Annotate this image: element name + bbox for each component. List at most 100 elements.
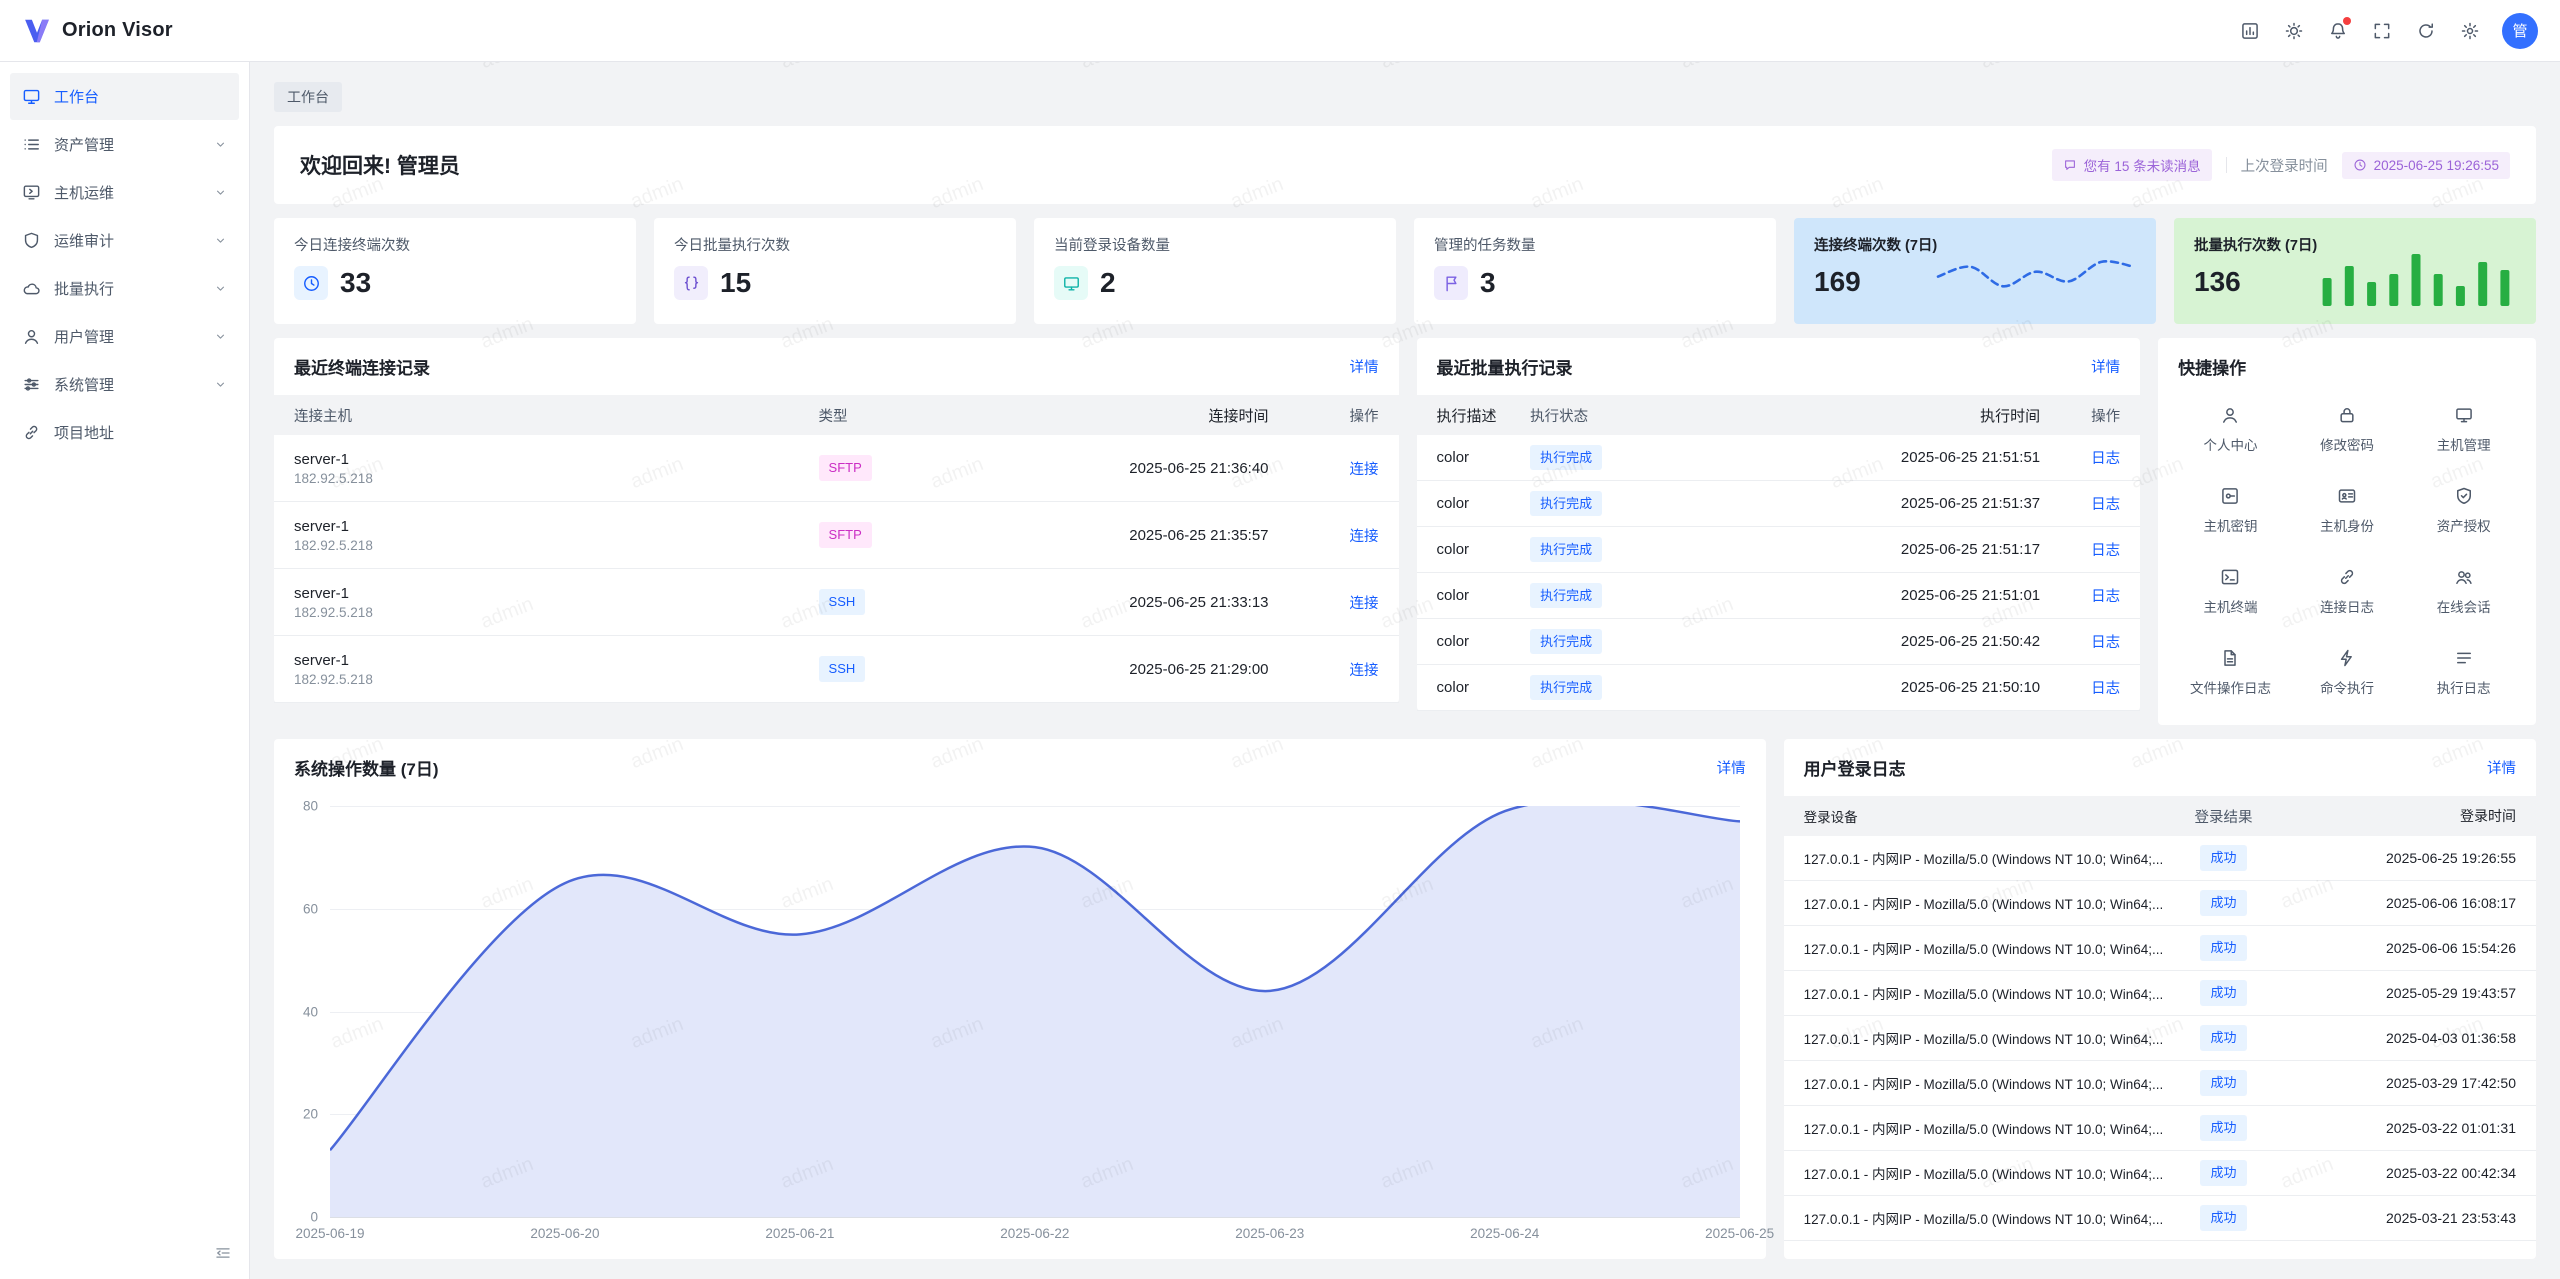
protocol-badge: SSH: [819, 656, 866, 682]
sidebar-item-label: 资产管理: [54, 134, 201, 155]
sidebar-item-host-ops[interactable]: 主机运维: [10, 169, 239, 216]
sidebar-item-system-management[interactable]: 系统管理: [10, 361, 239, 408]
clock-icon-small: [2353, 158, 2367, 172]
log-link[interactable]: 日志: [2091, 681, 2120, 697]
connect-time: 2025-06-25 21:29:00: [969, 661, 1269, 678]
quick-action-online-session[interactable]: 在线会话: [2405, 567, 2522, 616]
login-result-badge: 成功: [2200, 1205, 2246, 1231]
sidebar-item-user-management[interactable]: 用户管理: [10, 313, 239, 360]
topbar-refresh-button[interactable]: [2408, 13, 2444, 49]
message-icon: [2063, 158, 2077, 172]
clock-icon: [2353, 158, 2367, 172]
terminal-records-title: 最近终端连接记录: [294, 354, 430, 379]
topbar-fullscreen-button[interactable]: [2364, 13, 2400, 49]
log-link[interactable]: 日志: [2091, 589, 2120, 605]
y-tick-label: 60: [303, 901, 318, 916]
sidebar-collapse-button[interactable]: [209, 1239, 237, 1267]
login-log-detail-link[interactable]: 详情: [2487, 757, 2516, 778]
terminal-records-detail-link[interactable]: 详情: [1350, 356, 1379, 377]
welcome-card: 欢迎回来! 管理员 您有 15 条未读消息 上次登录时间 2025-06-25 …: [274, 126, 2536, 204]
flag-icon: [1442, 274, 1461, 293]
quick-action-label: 主机身份: [2320, 515, 2374, 535]
quick-action-host-management[interactable]: 主机管理: [2405, 405, 2522, 454]
log-link[interactable]: 日志: [2091, 635, 2120, 651]
last-login-time-badge: 2025-06-25 19:26:55: [2342, 152, 2510, 179]
user-avatar[interactable]: 管: [2502, 13, 2538, 49]
topbar-overview-panel-button[interactable]: [2232, 13, 2268, 49]
sidebar-item-asset-management[interactable]: 资产管理: [10, 121, 239, 168]
exec-status-badge: 执行完成: [1530, 537, 1602, 563]
quick-action-file-operation-log[interactable]: 文件操作日志: [2172, 648, 2289, 697]
stat-value: 3: [1480, 267, 1496, 299]
x-tick-label: 2025-06-23: [1235, 1226, 1304, 1241]
batch-table-row: color执行完成2025-06-25 21:51:37日志: [1417, 481, 2141, 527]
protocol-badge: SFTP: [819, 455, 872, 481]
stat-label: 管理的任务数量: [1434, 234, 1756, 255]
quick-action-label: 在线会话: [2437, 596, 2491, 616]
chevron-down-icon-wrap: [214, 138, 227, 151]
login-table-row: 127.0.0.1 - 内网IP - Mozilla/5.0 (Windows …: [1784, 1106, 2536, 1151]
system-operations-area-chart: [330, 806, 1740, 1217]
exec-time: 2025-06-25 21:51:51: [1740, 449, 2040, 466]
quick-action-asset-grant[interactable]: 资产授权: [2405, 486, 2522, 535]
host-name: server-1: [294, 451, 819, 468]
connect-link[interactable]: 连接: [1350, 462, 1379, 478]
lock-icon: [2337, 405, 2357, 425]
quick-action-personal-center[interactable]: 个人中心: [2172, 405, 2289, 454]
quick-action-host-terminal[interactable]: 主机终端: [2172, 567, 2289, 616]
quick-action-host-key[interactable]: 主机密钥: [2172, 486, 2289, 535]
connect-link[interactable]: 连接: [1350, 596, 1379, 612]
topbar: Orion Visor 管: [0, 0, 2560, 62]
watermark-text: admin: [478, 62, 537, 74]
device-icon: [2454, 405, 2474, 425]
system-operations-detail-link[interactable]: 详情: [1717, 757, 1746, 778]
connect-link[interactable]: 连接: [1350, 663, 1379, 679]
topbar-theme-sun-button[interactable]: [2276, 13, 2312, 49]
spark-line-chart: [1936, 250, 2136, 308]
login-time: 2025-06-06 15:54:26: [2281, 940, 2516, 956]
connect-time: 2025-06-25 21:35:57: [969, 527, 1269, 544]
login-log-card: 用户登录日志 详情 登录设备登录结果登录时间127.0.0.1 - 内网IP -…: [1784, 739, 2536, 1259]
app-logo[interactable]: Orion Visor: [22, 16, 173, 46]
welcome-meta: 您有 15 条未读消息 上次登录时间 2025-06-25 19:26:55: [2052, 149, 2510, 181]
quick-action-command-exec[interactable]: 命令执行: [2289, 648, 2406, 697]
braces-icon: [682, 274, 701, 293]
log-link[interactable]: 日志: [2091, 451, 2120, 467]
batch-records-detail-link[interactable]: 详情: [2091, 356, 2120, 377]
x-tick-label: 2025-06-19: [295, 1226, 364, 1241]
quick-action-exec-log[interactable]: 执行日志: [2405, 648, 2522, 697]
key-box-icon: [2220, 486, 2240, 506]
host-name: server-1: [294, 518, 819, 535]
message-icon: [2063, 158, 2077, 172]
sidebar-item-batch-exec[interactable]: 批量执行: [10, 265, 239, 312]
list-icon: [2454, 648, 2474, 668]
watermark-text: admin: [1678, 62, 1737, 74]
quick-action-host-identity[interactable]: 主机身份: [2289, 486, 2406, 535]
login-device: 127.0.0.1 - 内网IP - Mozilla/5.0 (Windows …: [1804, 893, 2166, 913]
breadcrumb-item-workbench[interactable]: 工作台: [274, 82, 342, 112]
login-device: 127.0.0.1 - 内网IP - Mozilla/5.0 (Windows …: [1804, 1073, 2166, 1093]
chart-plot: 2025-06-192025-06-202025-06-212025-06-22…: [330, 806, 1740, 1217]
login-device: 127.0.0.1 - 内网IP - Mozilla/5.0 (Windows …: [1804, 1208, 2166, 1228]
exec-status-badge: 执行完成: [1530, 629, 1602, 655]
log-link[interactable]: 日志: [2091, 497, 2120, 513]
user-icon: [2220, 405, 2240, 425]
exec-description: color: [1437, 679, 1531, 696]
topbar-settings-gear-button[interactable]: [2452, 13, 2488, 49]
log-link[interactable]: 日志: [2091, 543, 2120, 559]
login-device: 127.0.0.1 - 内网IP - Mozilla/5.0 (Windows …: [1804, 938, 2166, 958]
stat-label: 今日连接终端次数: [294, 234, 616, 255]
chevron-down-icon-wrap: [214, 186, 227, 199]
topbar-notifications-bell-button[interactable]: [2320, 13, 2356, 49]
sidebar-item-ops-audit[interactable]: 运维审计: [10, 217, 239, 264]
quick-action-change-password[interactable]: 修改密码: [2289, 405, 2406, 454]
unread-messages-badge[interactable]: 您有 15 条未读消息: [2052, 149, 2212, 181]
connect-link[interactable]: 连接: [1350, 529, 1379, 545]
login-time: 2025-03-29 17:42:50: [2281, 1075, 2516, 1091]
quick-action-connection-log[interactable]: 连接日志: [2289, 567, 2406, 616]
terminal-table-row: server-1182.92.5.218SSH2025-06-25 21:33:…: [274, 569, 1399, 636]
login-log-table: 登录设备登录结果登录时间 127.0.0.1 - 内网IP - Mozilla/5…: [1784, 796, 2536, 1241]
sidebar-item-workbench[interactable]: 工作台: [10, 73, 239, 120]
login-table-header: 登录设备登录结果登录时间: [1784, 796, 2536, 836]
sidebar-item-project-link[interactable]: 项目地址: [10, 409, 239, 456]
